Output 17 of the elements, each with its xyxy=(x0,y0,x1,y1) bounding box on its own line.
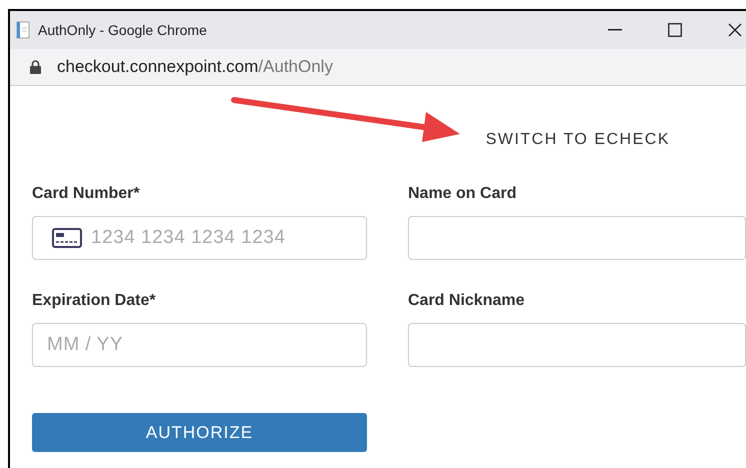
input-field[interactable]: MM / YY xyxy=(32,323,367,367)
input-field[interactable] xyxy=(408,323,746,367)
field-label: Expiration Date* xyxy=(32,291,157,311)
card-number-field[interactable]: 1234 1234 1234 1234 xyxy=(32,216,367,260)
maximize-icon[interactable] xyxy=(668,23,682,37)
page-icon xyxy=(16,21,30,39)
authorize-button[interactable]: AUTHORIZE xyxy=(32,413,367,452)
minimize-icon[interactable] xyxy=(608,29,622,31)
close-icon[interactable] xyxy=(728,23,742,37)
field-label: Card Number* xyxy=(32,184,141,204)
lock-icon xyxy=(30,60,41,74)
credit-card-icon xyxy=(52,228,82,248)
window-title: AuthOnly - Google Chrome xyxy=(38,20,207,40)
field-label: Card Nickname xyxy=(408,291,526,311)
field-label: Name on Card xyxy=(408,184,518,204)
input-field[interactable] xyxy=(408,216,746,260)
switch-to-echeck-link[interactable]: SWITCH TO ECHECK xyxy=(486,128,670,152)
